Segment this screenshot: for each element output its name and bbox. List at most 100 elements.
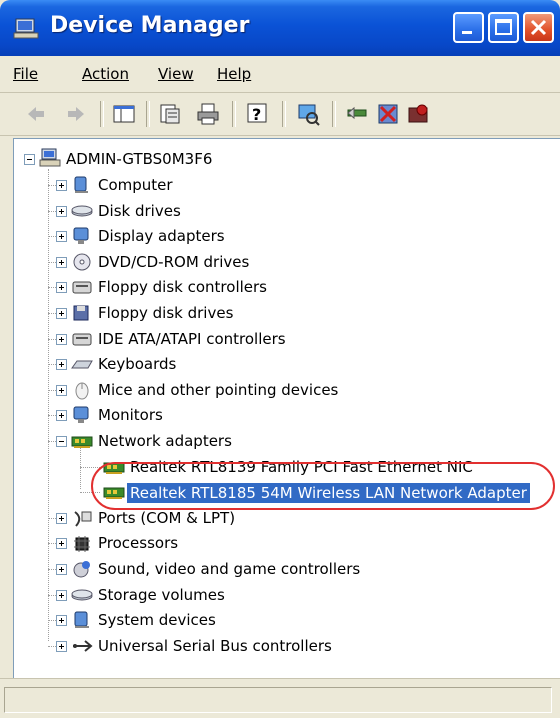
tree-root-label: ADMIN-GTBS0M3F6: [66, 150, 213, 168]
computer-icon: [74, 176, 88, 193]
tree-category-item[interactable]: Display adapters: [14, 224, 554, 248]
floppy-icon: [73, 305, 89, 321]
monitor-icon: [73, 227, 89, 245]
network-card-icon: [71, 436, 93, 448]
tree-category-label: Storage volumes: [98, 585, 225, 604]
toolbar-separator: [100, 101, 104, 127]
expand-toggle[interactable]: [56, 384, 67, 396]
tree-category-item[interactable]: Universal Serial Bus controllers: [14, 634, 554, 658]
tree-category-item[interactable]: Disk drives: [14, 199, 554, 223]
storage-icon: [71, 589, 93, 601]
tree-category-label: IDE ATA/ATAPI controllers: [98, 329, 286, 348]
controller-icon: [72, 281, 92, 294]
print-icon[interactable]: [196, 102, 220, 126]
toolbar: ?: [0, 93, 560, 136]
expand-toggle[interactable]: [56, 410, 67, 422]
toolbar-separator: [282, 101, 286, 127]
expand-toggle[interactable]: [56, 564, 67, 575]
disable-device-icon[interactable]: [406, 102, 430, 126]
tree-category-item[interactable]: Floppy disk controllers: [14, 275, 554, 299]
expand-toggle[interactable]: [56, 615, 67, 627]
update-driver-icon[interactable]: [346, 102, 370, 126]
uninstall-icon[interactable]: [376, 102, 400, 126]
back-arrow-icon[interactable]: [24, 102, 48, 126]
expand-toggle[interactable]: [56, 589, 67, 601]
help-icon[interactable]: ?: [246, 102, 270, 126]
controller-icon: [72, 333, 92, 346]
system-icon: [74, 611, 89, 629]
disk-drive-icon: [71, 205, 93, 217]
minimize-icon: [462, 31, 472, 34]
maximize-button[interactable]: [488, 12, 519, 43]
toolbar-separator: [232, 101, 236, 127]
tree-category-label: System devices: [98, 611, 216, 630]
show-hide-console-tree-icon[interactable]: [112, 102, 136, 126]
window-title: Device Manager: [50, 13, 250, 38]
menu-bar: File Action View Help: [0, 56, 560, 93]
expand-toggle[interactable]: [56, 359, 67, 371]
tree-category-label: Display adapters: [98, 227, 225, 246]
properties-icon[interactable]: [158, 102, 182, 126]
expand-toggle[interactable]: [56, 256, 67, 268]
tree-category-item[interactable]: IDE ATA/ATAPI controllers: [14, 327, 554, 351]
forward-arrow-icon[interactable]: [64, 102, 88, 126]
expand-toggle[interactable]: [56, 282, 67, 294]
expand-toggle[interactable]: [56, 231, 67, 243]
toolbar-separator: [332, 101, 336, 127]
minimize-button[interactable]: [453, 12, 484, 43]
device-manager-icon: [13, 18, 39, 39]
expand-toggle[interactable]: [56, 333, 67, 345]
expand-toggle[interactable]: [56, 205, 67, 217]
collapse-toggle[interactable]: [56, 436, 67, 447]
menu-help[interactable]: Help: [217, 65, 251, 83]
tree-category-item[interactable]: Floppy disk drives: [14, 301, 554, 325]
tree-category-label: DVD/CD-ROM drives: [98, 252, 250, 271]
maximize-icon: [495, 19, 512, 35]
computer-icon: [39, 148, 61, 167]
tree-category-label: Computer: [98, 176, 173, 194]
tree-category-item[interactable]: Sound, video and game controllers: [14, 557, 554, 581]
mouse-icon: [75, 382, 89, 400]
tree-category-label: Ports (COM & LPT): [98, 508, 236, 527]
tree-category-label: Disk drives: [98, 201, 181, 220]
expand-toggle[interactable]: [56, 512, 67, 524]
sound-icon: [73, 561, 90, 578]
menu-action[interactable]: Action: [82, 65, 129, 83]
svg-text:?: ?: [252, 105, 261, 124]
tree-category-item[interactable]: Keyboards: [14, 352, 554, 376]
monitor-icon: [73, 406, 89, 424]
tree-category-item[interactable]: Processors: [14, 531, 554, 555]
processor-icon: [74, 536, 90, 553]
menu-view[interactable]: View: [158, 65, 194, 83]
device-tree[interactable]: ADMIN-GTBS0M3F6 Computer Disk drives Displ…: [13, 138, 560, 679]
tree-category-item[interactable]: Computer: [14, 173, 554, 197]
title-bar[interactable]: Device Manager: [0, 0, 560, 56]
toolbar-separator: [146, 101, 150, 127]
tree-root[interactable]: ADMIN-GTBS0M3F6: [14, 147, 554, 171]
tree-category-label: Network adapters: [98, 432, 232, 450]
tree-category-item[interactable]: System devices: [14, 608, 554, 632]
menu-file[interactable]: File: [13, 65, 38, 83]
usb-icon: [73, 640, 93, 652]
close-button[interactable]: [523, 12, 554, 43]
tree-category-item[interactable]: Monitors: [14, 403, 554, 427]
status-bar: [0, 678, 560, 718]
tree-category-item[interactable]: Mice and other pointing devices: [14, 378, 554, 402]
collapse-toggle[interactable]: [24, 154, 35, 165]
tree-category-item[interactable]: DVD/CD-ROM drives: [14, 250, 554, 274]
tree-category-label: Sound, video and game controllers: [98, 560, 361, 578]
tree-category-item[interactable]: Storage volumes: [14, 583, 554, 607]
status-cell: [4, 687, 552, 713]
scan-hardware-icon[interactable]: [296, 102, 320, 126]
tree-category-item[interactable]: Network adapters: [14, 429, 554, 453]
tree-category-label: Floppy disk drives: [98, 304, 234, 322]
expand-toggle[interactable]: [56, 180, 67, 191]
tree-category-label: Mice and other pointing devices: [98, 380, 339, 399]
expand-toggle[interactable]: [56, 308, 67, 319]
expand-toggle[interactable]: [56, 640, 67, 652]
device-manager-window: Device Manager File Action View Help ? A…: [0, 0, 560, 718]
port-icon: [74, 510, 92, 527]
expand-toggle[interactable]: [56, 538, 67, 550]
tree-category-label: Universal Serial Bus controllers: [98, 636, 332, 655]
tree-category-label: Floppy disk controllers: [98, 278, 267, 297]
